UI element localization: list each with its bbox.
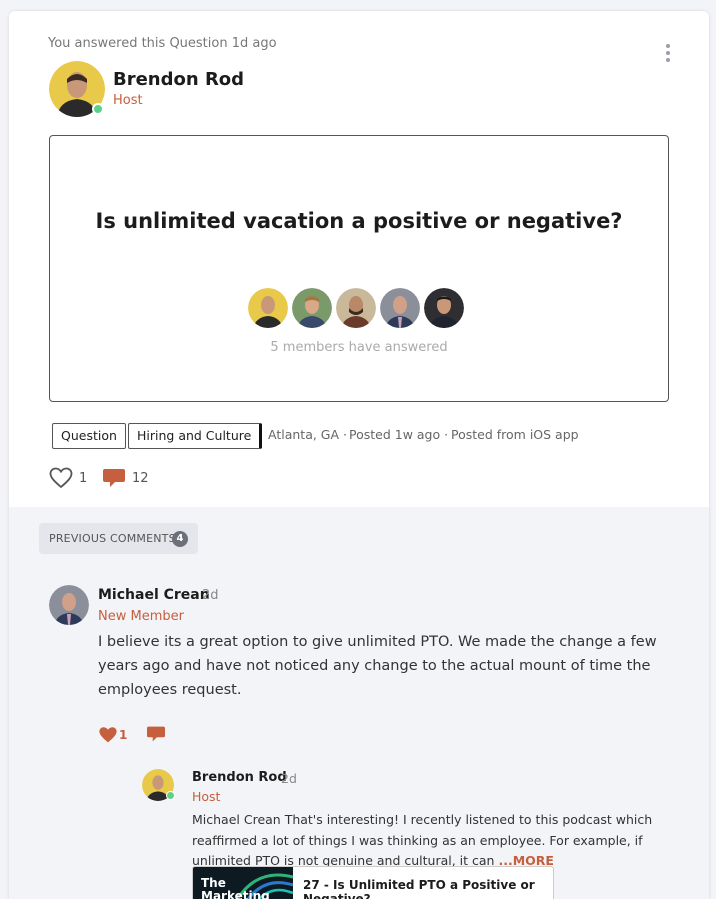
online-indicator [166, 791, 175, 800]
author-name[interactable]: Brendon Rod [113, 69, 244, 90]
answered-count-label: 5 members have answered [270, 340, 448, 355]
answerer-avatar [336, 288, 376, 328]
reply-time: 2d [281, 771, 297, 786]
answerer-avatar [248, 288, 288, 328]
comment-time: 2d [202, 588, 219, 603]
question-card[interactable]: Is unlimited vacation a positive or nega… [49, 135, 669, 402]
tag-question[interactable]: Question [52, 423, 126, 449]
link-preview-card[interactable]: The Marketing 27 - Is Unlimited PTO a Po… [192, 866, 554, 899]
answerer-avatar [292, 288, 332, 328]
commenter-role: New Member [98, 609, 184, 624]
comment-body: I believe its a great option to give unl… [98, 634, 657, 698]
link-thumbnail: The Marketing [193, 867, 293, 899]
answerer-avatar [380, 288, 420, 328]
online-indicator [92, 103, 104, 115]
like-count: 1 [79, 471, 88, 486]
question-title: Is unlimited vacation a positive or nega… [95, 209, 623, 233]
activity-label: You answered this Question 1d ago [48, 36, 277, 51]
comment-bubble-icon[interactable] [146, 725, 166, 749]
comment-bubble-icon[interactable] [102, 467, 126, 491]
post-card: You answered this Question 1d ago Brendo… [9, 11, 709, 899]
link-thumbnail-text: The Marketing [201, 876, 270, 899]
more-vertical-icon[interactable] [665, 44, 671, 64]
reply-body: Michael Crean That's interesting! I rece… [192, 810, 662, 872]
link-title: 27 - Is Unlimited PTO a Positive or Nega… [303, 878, 535, 899]
tag-hiring-and-culture[interactable]: Hiring and Culture [128, 423, 263, 449]
heart-outline-icon[interactable] [49, 467, 73, 491]
post-time: Posted 1w ago · [349, 427, 449, 442]
previous-comments-count: 4 [172, 531, 188, 547]
post-source: Posted from iOS app [451, 427, 579, 442]
heart-filled-icon[interactable] [98, 726, 118, 750]
previous-comments-label: PREVIOUS COMMENTS [49, 532, 176, 545]
author-role: Host [113, 93, 143, 108]
comments-section: PREVIOUS COMMENTS 4 Michael Crean 2d New… [9, 507, 709, 899]
post-section: You answered this Question 1d ago Brendo… [9, 11, 709, 507]
comment-like-count: 1 [119, 728, 128, 742]
commenter-name[interactable]: Michael Crean [98, 587, 210, 603]
comment-count: 12 [132, 471, 149, 486]
answerer-avatar [424, 288, 464, 328]
previous-comments-button[interactable]: PREVIOUS COMMENTS 4 [39, 523, 198, 554]
reply-text: Michael Crean That's interesting! I rece… [192, 812, 653, 868]
commenter-avatar[interactable] [49, 585, 89, 625]
post-location: Atlanta, GA · [268, 427, 347, 442]
replier-name[interactable]: Brendon Rod [192, 770, 287, 785]
replier-role: Host [192, 789, 221, 804]
